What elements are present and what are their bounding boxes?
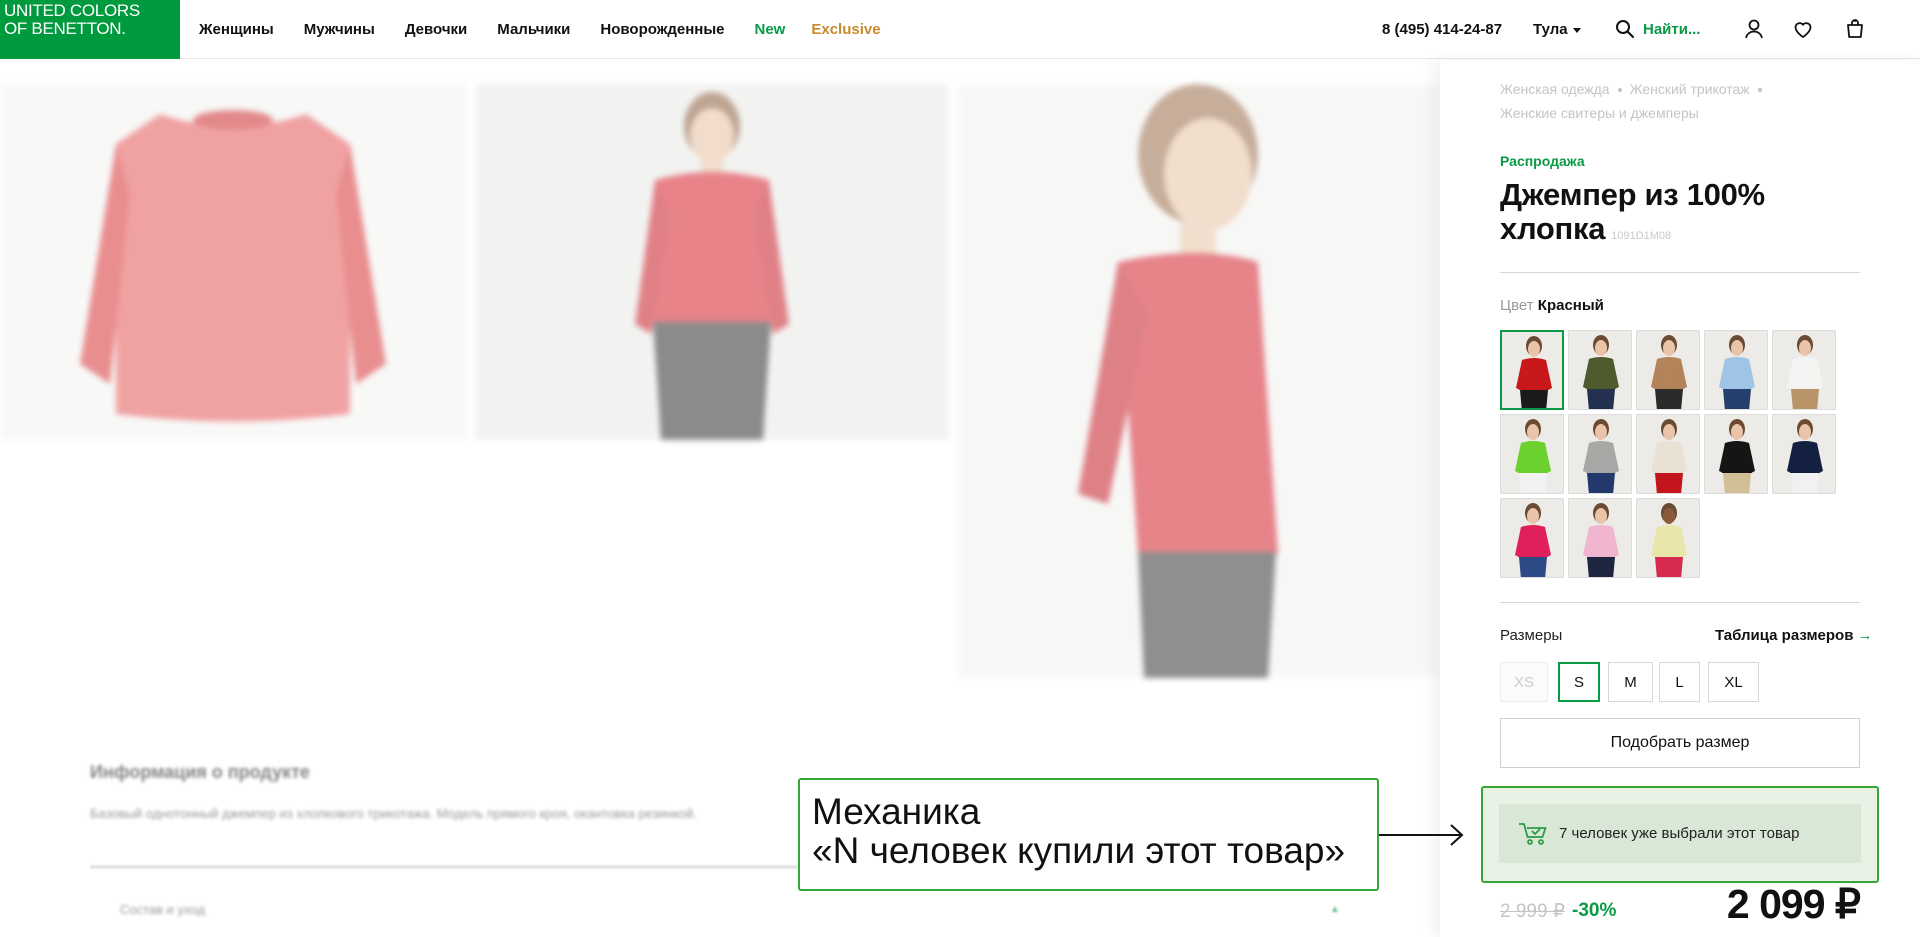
- logo-line-2: OF BENETTON.: [4, 19, 126, 38]
- composition-accordion[interactable]: Состав и уход: [120, 902, 205, 917]
- color-swatch[interactable]: [1704, 414, 1768, 494]
- chevron-down-icon: [1572, 27, 1581, 33]
- color-swatch[interactable]: [1636, 498, 1700, 578]
- size-option-xl[interactable]: XL: [1708, 662, 1759, 702]
- product-gallery: [0, 84, 1440, 684]
- product-photo-flat[interactable]: [0, 84, 467, 440]
- site-header: UNITED COLORS OF BENETTON. Женщины Мужчи…: [0, 0, 1920, 59]
- swatch-model-image: [1569, 415, 1631, 493]
- callout-line-2: «N человек купили этот товар»: [812, 830, 1346, 871]
- phone-number[interactable]: 8 (495) 414-24-87: [1382, 21, 1502, 38]
- color-swatch[interactable]: [1704, 330, 1768, 410]
- callout-line-1: Механика: [812, 791, 981, 832]
- breadcrumb-separator: [1757, 88, 1762, 93]
- product-sku: 1091D1M08: [1611, 230, 1672, 242]
- logo-line-1: UNITED COLORS: [4, 1, 140, 20]
- color-swatch[interactable]: [1500, 330, 1564, 410]
- nav-item-women[interactable]: Женщины: [199, 21, 274, 38]
- size-table-label: Таблица размеров: [1715, 627, 1854, 644]
- swatch-model-image: [1705, 415, 1767, 493]
- search-button[interactable]: Найти...: [1615, 19, 1700, 39]
- annotation-arrow: [1379, 824, 1464, 846]
- nav-item-boys[interactable]: Мальчики: [497, 21, 570, 38]
- pick-size-button[interactable]: Подобрать размер: [1500, 718, 1860, 768]
- swatch-model-image: [1637, 415, 1699, 493]
- city-label: Тула: [1533, 21, 1568, 38]
- color-swatch[interactable]: [1636, 330, 1700, 410]
- old-price: 2 999 ₽: [1500, 901, 1565, 922]
- search-icon: [1616, 20, 1635, 39]
- social-proof-badge: 7 человек уже выбрали этот товар: [1499, 804, 1861, 863]
- product-photo-model-front[interactable]: [475, 84, 949, 440]
- size-table-link[interactable]: Таблица размеров →: [1715, 627, 1872, 644]
- user-icon[interactable]: [1742, 17, 1766, 41]
- breadcrumb-item-knitwear[interactable]: Женский трикотаж: [1630, 81, 1750, 97]
- swatch-model-image: [1569, 331, 1631, 409]
- color-value: Красный: [1537, 297, 1604, 314]
- product-info-description: Базовый однотонный джемпер из хлопкового…: [90, 806, 697, 821]
- social-proof-highlight: 7 человек уже выбрали этот товар: [1481, 786, 1879, 883]
- swatch-model-image: [1501, 415, 1563, 493]
- color-swatch[interactable]: [1568, 498, 1632, 578]
- current-price: 2 099 ₽: [1726, 881, 1861, 927]
- color-swatch[interactable]: [1500, 414, 1564, 494]
- swatch-model-image: [1637, 331, 1699, 409]
- color-label: Цвет Красный: [1500, 297, 1604, 314]
- swatch-model-image: [1501, 499, 1563, 577]
- breadcrumb: Женская одежда Женский трикотаж Женские св…: [1500, 77, 1880, 125]
- color-swatch[interactable]: [1772, 330, 1836, 410]
- swatch-model-image: [1773, 415, 1835, 493]
- info-divider: [90, 866, 802, 868]
- size-option-xs[interactable]: XS: [1500, 662, 1548, 702]
- cart-icon: [1519, 822, 1547, 845]
- divider: [1500, 272, 1860, 273]
- nav-item-men[interactable]: Мужчины: [304, 21, 375, 38]
- product-info-heading: Информация о продукте: [90, 762, 310, 782]
- product-title: Джемпер из 100% хлопка 1091D1M08: [1500, 178, 1830, 253]
- color-swatch[interactable]: [1568, 330, 1632, 410]
- breadcrumb-item-women-clothing[interactable]: Женская одежда: [1500, 81, 1610, 97]
- swatch-model-image: [1705, 331, 1767, 409]
- color-swatch[interactable]: [1772, 414, 1836, 494]
- heart-icon[interactable]: [1791, 17, 1815, 41]
- swatch-model-image: [1569, 499, 1631, 577]
- color-swatch[interactable]: [1568, 414, 1632, 494]
- swatch-model-image: [1773, 331, 1835, 409]
- cart-icon[interactable]: [1843, 17, 1867, 41]
- color-swatch[interactable]: [1636, 414, 1700, 494]
- nav-item-exclusive[interactable]: Exclusive: [811, 21, 880, 38]
- annotation-callout: Механика «N человек купили этот товар»: [798, 778, 1379, 891]
- sale-label: Распродажа: [1500, 153, 1585, 169]
- nav-item-new[interactable]: New: [755, 21, 786, 38]
- brand-logo[interactable]: UNITED COLORS OF BENETTON.: [0, 0, 180, 59]
- breadcrumb-item-sweaters[interactable]: Женские свитеры и джемперы: [1500, 105, 1699, 121]
- size-option-s[interactable]: S: [1558, 662, 1600, 702]
- divider: [1500, 602, 1860, 603]
- product-photo-model-side[interactable]: [958, 84, 1440, 678]
- size-option-m[interactable]: M: [1608, 662, 1653, 702]
- color-label-text: Цвет: [1500, 297, 1534, 314]
- search-label: Найти...: [1643, 20, 1701, 38]
- main-nav: Женщины Мужчины Девочки Мальчики Новорож…: [199, 0, 911, 59]
- sizes-label: Размеры: [1500, 627, 1563, 644]
- city-selector[interactable]: Тула: [1533, 21, 1581, 38]
- swatch-model-image: [1637, 499, 1699, 577]
- breadcrumb-separator: [1617, 88, 1622, 93]
- nav-item-newborns[interactable]: Новорожденные: [600, 21, 724, 38]
- size-option-l[interactable]: L: [1659, 662, 1700, 702]
- arrow-right-icon: →: [1857, 627, 1873, 644]
- chevron-up-icon[interactable]: ▲: [1330, 904, 1340, 915]
- color-swatch[interactable]: [1500, 498, 1564, 578]
- nav-item-girls[interactable]: Девочки: [405, 21, 467, 38]
- social-proof-text: 7 человек уже выбрали этот товар: [1559, 825, 1800, 842]
- swatch-model-image: [1502, 332, 1562, 408]
- discount-badge: -30%: [1572, 900, 1617, 921]
